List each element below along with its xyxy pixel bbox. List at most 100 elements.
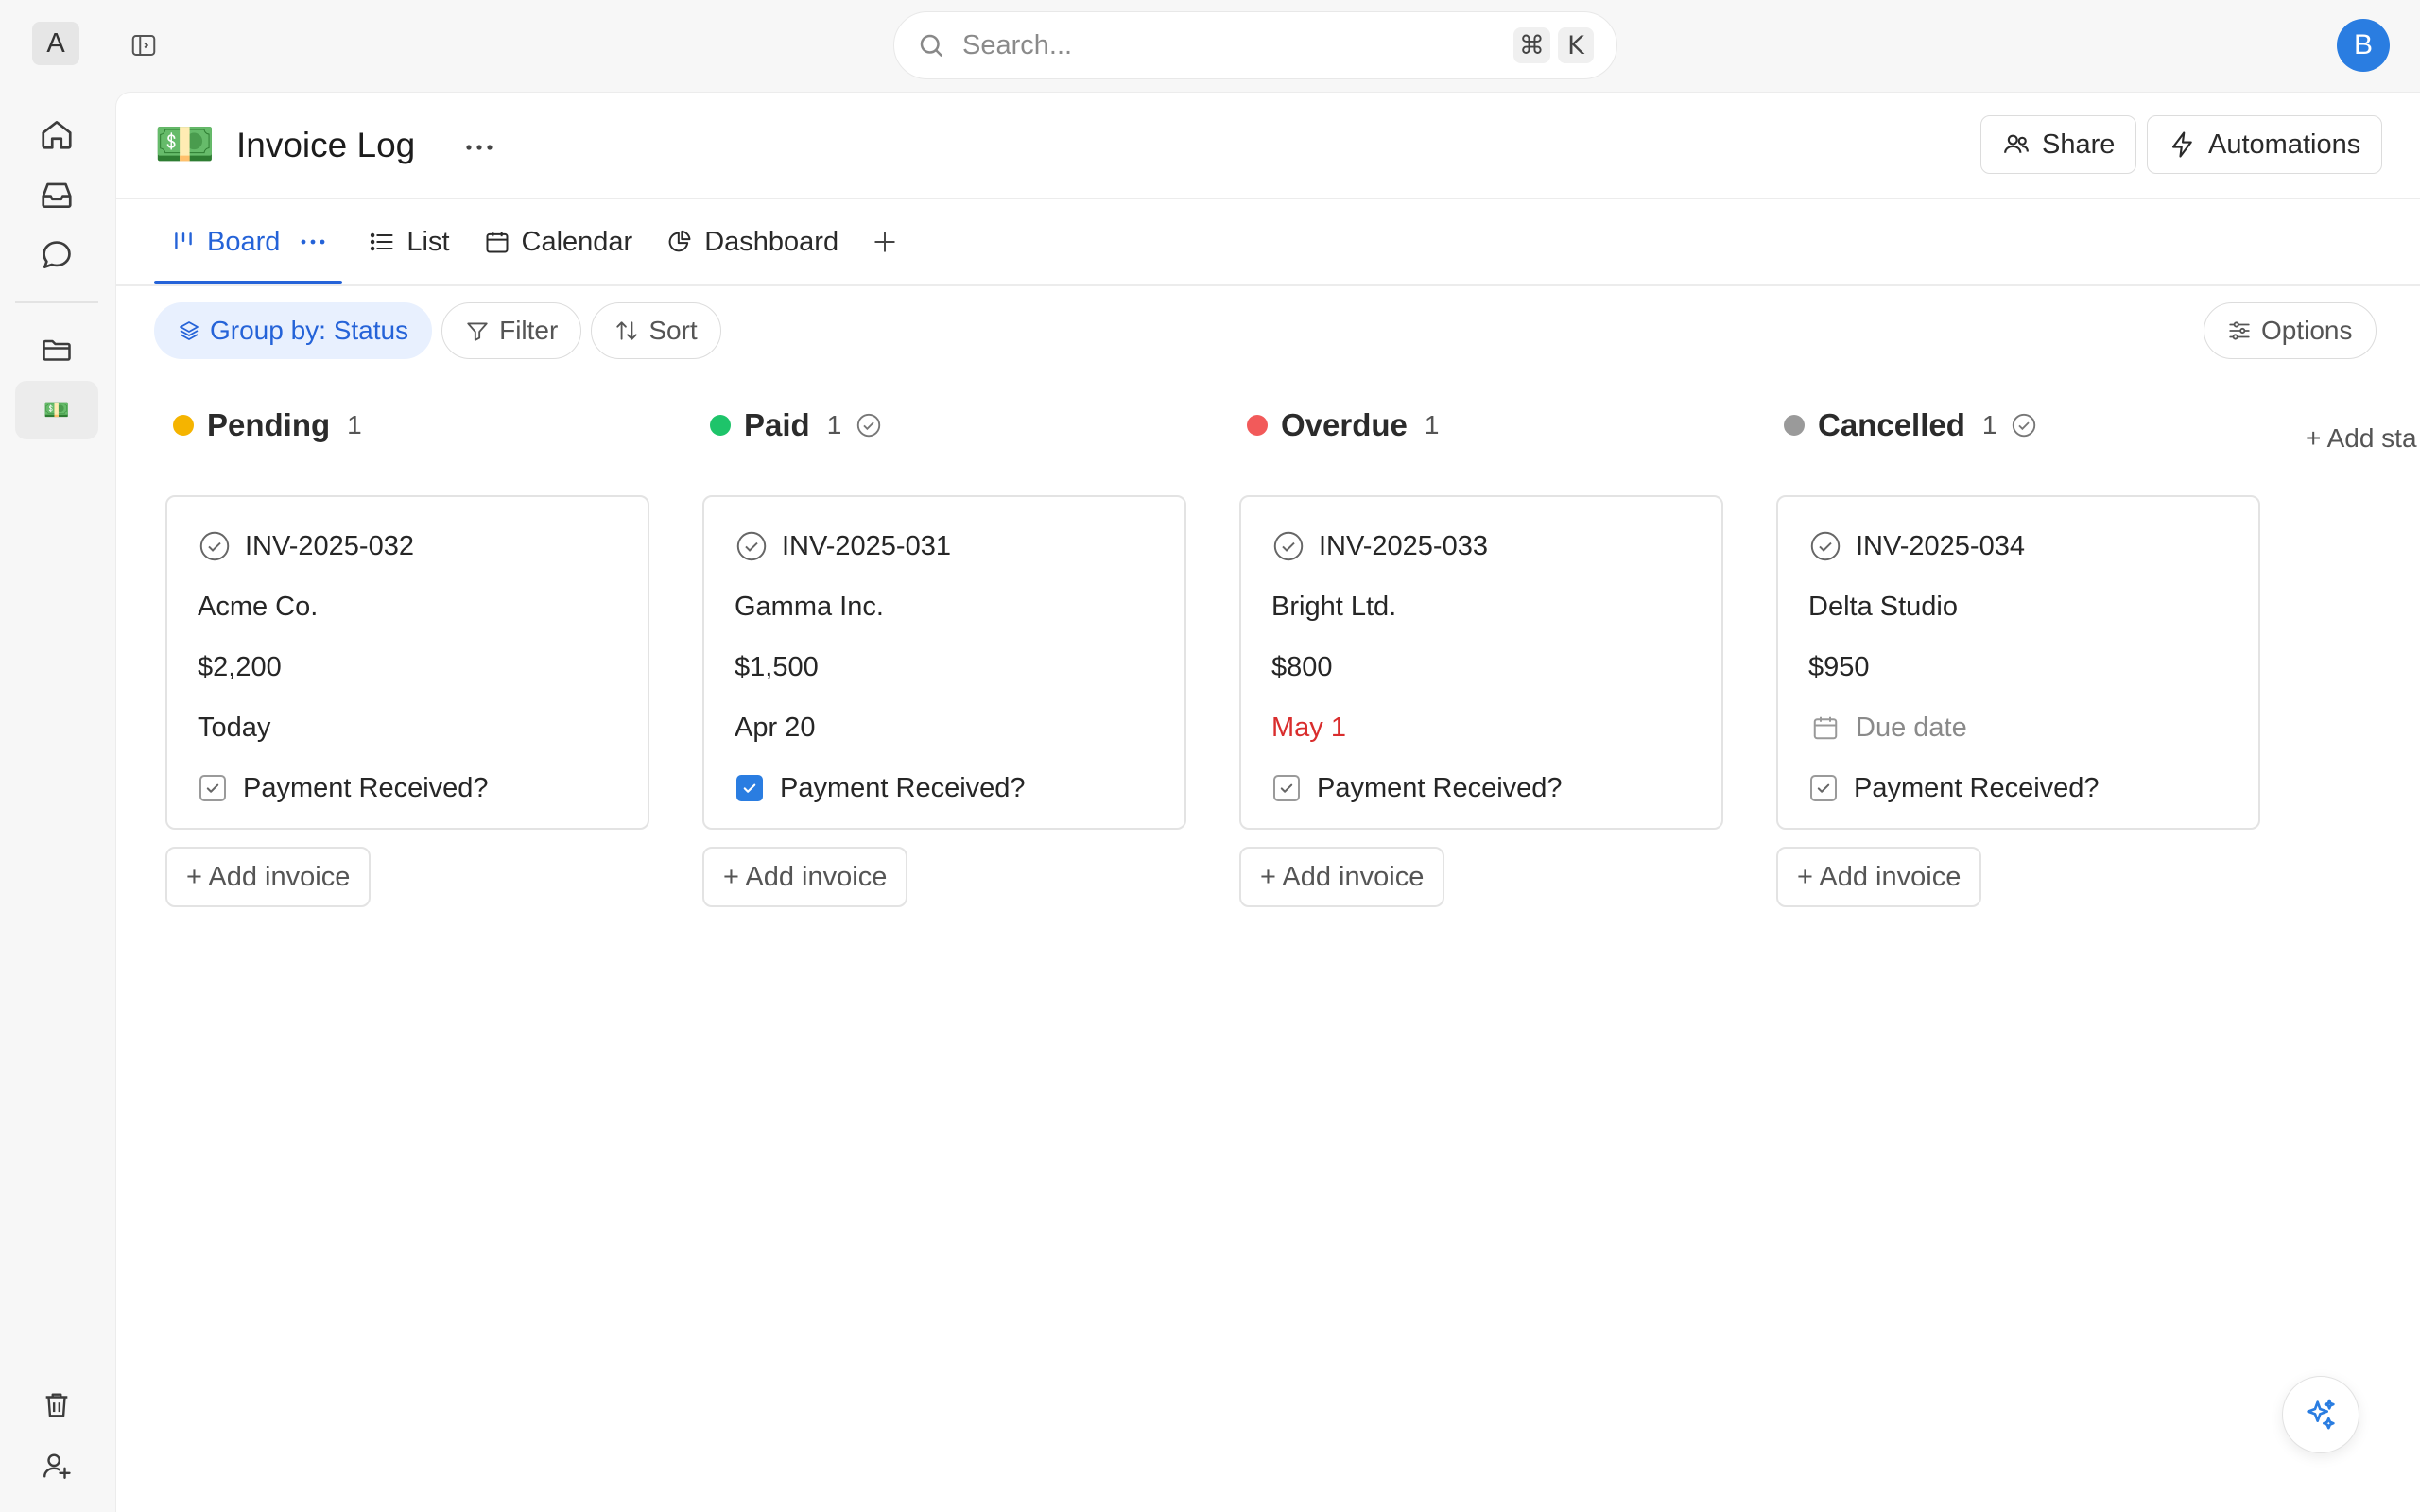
invoice-card[interactable]: INV-2025-034 Delta Studio $950 Due date …: [1776, 495, 2260, 830]
column-header[interactable]: Paid 1: [702, 404, 1186, 446]
tab-board[interactable]: Board: [154, 199, 343, 284]
sort-button[interactable]: Sort: [591, 302, 721, 359]
sort-icon: [614, 318, 639, 343]
invoice-id: INV-2025-033: [1319, 530, 1488, 561]
add-invoice-button[interactable]: + Add invoice: [1239, 847, 1445, 907]
card-title-row: INV-2025-034: [1806, 516, 2230, 576]
column-header[interactable]: Pending 1: [165, 404, 649, 446]
column-count: 1: [826, 410, 842, 439]
column-name: Paid: [744, 407, 810, 442]
user-avatar[interactable]: B: [2337, 19, 2390, 72]
payment-received-checkbox[interactable]: [199, 775, 226, 801]
status-dot-icon: [1247, 415, 1268, 436]
invoice-card[interactable]: INV-2025-031 Gamma Inc. $1,500 Apr 20 Pa…: [702, 495, 1186, 830]
search-input[interactable]: [962, 29, 1506, 61]
payment-received-label: Payment Received?: [780, 772, 1026, 803]
column-header[interactable]: Overdue 1: [1239, 404, 1723, 446]
board-column-overdue: Overdue 1 INV-2025-033 Bright Ltd. $800 …: [1239, 404, 1723, 907]
rail-trash[interactable]: [15, 1376, 98, 1435]
client-name: Delta Studio: [1808, 591, 1958, 622]
board-toolbar: Group by: Status Filter Sort: [154, 302, 721, 359]
add-user-icon: [41, 1450, 73, 1482]
payment-received-checkbox[interactable]: [1810, 775, 1837, 801]
add-status-button[interactable]: + Add sta: [2306, 423, 2417, 454]
due-date[interactable]: May 1: [1270, 697, 1693, 758]
lightning-icon: [2169, 130, 2197, 159]
search-icon: [917, 31, 945, 60]
due-date[interactable]: Today: [196, 697, 619, 758]
column-count: 1: [1424, 410, 1440, 439]
invoice-id: INV-2025-031: [782, 530, 951, 561]
calendar-icon: [484, 229, 510, 255]
column-count: 1: [347, 410, 362, 439]
card-title-row: INV-2025-032: [196, 516, 619, 576]
chart-pie-icon: [666, 229, 693, 255]
payment-received-row: Payment Received?: [1806, 758, 2230, 818]
view-tabs: Board List Calendar Dashboard: [154, 199, 914, 284]
tab-dashboard[interactable]: Dashboard: [649, 199, 856, 284]
page-more-icon[interactable]: [457, 125, 502, 170]
page-emoji-icon[interactable]: 💵: [154, 112, 216, 178]
calendar-icon: [1806, 709, 1844, 747]
filter-label: Filter: [499, 316, 559, 345]
sidebar-toggle-icon[interactable]: [125, 26, 163, 64]
invoice-amount: $800: [1271, 651, 1333, 682]
group-by-button[interactable]: Group by: Status: [154, 302, 433, 359]
automations-label: Automations: [2208, 129, 2361, 160]
client-name: Acme Co.: [198, 591, 319, 622]
due-date-row[interactable]: Due date: [1806, 697, 2230, 758]
add-invoice-button[interactable]: + Add invoice: [702, 847, 908, 907]
add-invoice-button[interactable]: + Add invoice: [165, 847, 372, 907]
client-name: Gamma Inc.: [735, 591, 884, 622]
home-icon: [39, 116, 75, 152]
rail-invoice-log[interactable]: 💵: [15, 381, 98, 439]
page-title[interactable]: Invoice Log: [236, 121, 415, 170]
check-circle-icon[interactable]: [196, 527, 233, 565]
invoice-id: INV-2025-034: [1856, 530, 2025, 561]
inbox-icon: [39, 177, 75, 213]
payment-received-checkbox[interactable]: [736, 775, 763, 801]
due-date[interactable]: Apr 20: [733, 697, 1156, 758]
layers-icon: [178, 319, 200, 342]
rail-invite[interactable]: [15, 1436, 98, 1495]
sort-label: Sort: [648, 316, 698, 345]
add-view-icon[interactable]: [856, 230, 914, 254]
tab-board-more-icon[interactable]: [301, 238, 325, 246]
invoice-amount: $2,200: [198, 651, 282, 682]
rail-inbox[interactable]: [15, 165, 98, 224]
workspace-avatar[interactable]: A: [32, 22, 79, 65]
board-column-cancelled: Cancelled 1 INV-2025-034 Delta Studio $9…: [1776, 404, 2260, 907]
tab-list[interactable]: List: [352, 199, 466, 284]
list-icon: [369, 229, 395, 255]
check-circle-icon[interactable]: [1270, 527, 1307, 565]
tab-calendar[interactable]: Calendar: [467, 199, 650, 284]
invoice-card[interactable]: INV-2025-033 Bright Ltd. $800 May 1 Paym…: [1239, 495, 1723, 830]
invoice-card[interactable]: INV-2025-032 Acme Co. $2,200 Today Payme…: [165, 495, 649, 830]
column-name: Overdue: [1281, 407, 1408, 442]
ai-assistant-button[interactable]: [2282, 1376, 2360, 1453]
group-by-label: Group by: Status: [210, 316, 409, 345]
due-date-placeholder: Due date: [1856, 712, 1967, 743]
invoice-id: INV-2025-032: [245, 530, 414, 561]
check-circle-icon[interactable]: [1806, 527, 1844, 565]
share-button[interactable]: Share: [1980, 115, 2137, 174]
automations-button[interactable]: Automations: [2147, 115, 2383, 174]
rail-divider: [15, 301, 98, 303]
chat-icon: [39, 237, 75, 273]
shortcut-cmd-key: ⌘: [1513, 27, 1550, 63]
invoice-amount: $950: [1808, 651, 1870, 682]
card-title-row: INV-2025-031: [733, 516, 1156, 576]
check-circle-icon[interactable]: [733, 527, 770, 565]
payment-received-checkbox[interactable]: [1273, 775, 1300, 801]
card-title-row: INV-2025-033: [1270, 516, 1693, 576]
shortcut-k-key: K: [1558, 27, 1594, 63]
options-button[interactable]: Options: [2204, 302, 2377, 359]
rail-chat[interactable]: [15, 226, 98, 284]
column-header[interactable]: Cancelled 1: [1776, 404, 2260, 446]
filter-button[interactable]: Filter: [441, 302, 582, 359]
rail-folder[interactable]: [15, 320, 98, 379]
rail-home[interactable]: [15, 105, 98, 163]
add-invoice-button[interactable]: + Add invoice: [1776, 847, 1982, 907]
search-bar[interactable]: ⌘ K: [893, 11, 1617, 79]
column-count: 1: [1981, 410, 1997, 439]
